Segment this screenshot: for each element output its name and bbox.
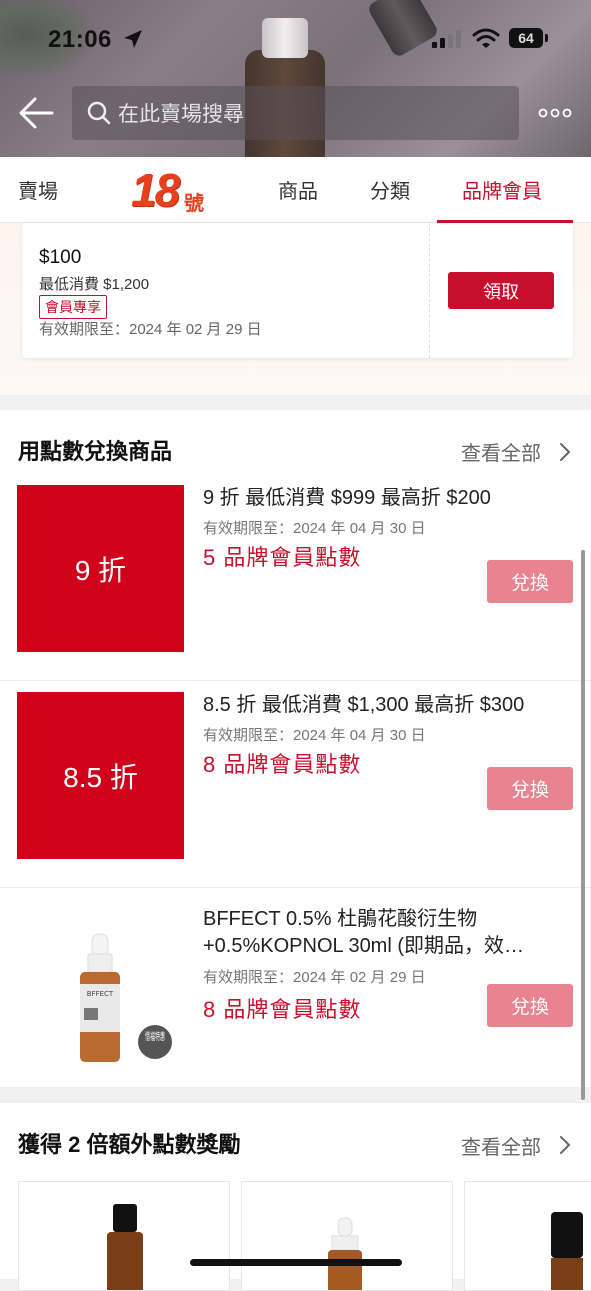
product-card[interactable] bbox=[241, 1181, 453, 1291]
voucher-expiry: 有效期限至：2024 年 02 月 29 日 bbox=[39, 321, 262, 338]
coupon-image: 9 折 bbox=[13, 485, 184, 652]
section-title: 用點數兌換商品 bbox=[18, 439, 173, 464]
redeem-button[interactable]: 兌換 bbox=[487, 560, 573, 603]
search-input[interactable]: 在此賣場搜尋 bbox=[72, 86, 519, 140]
item-points: 8 品牌會員點數 bbox=[203, 752, 362, 777]
tab-store[interactable]: 賣場 bbox=[18, 175, 58, 204]
store-logo-suffix[interactable]: 號 bbox=[184, 187, 204, 216]
item-points: 8 品牌會員點數 bbox=[203, 997, 362, 1022]
item-expiry: 有效期限至：2024 年 04 月 30 日 bbox=[203, 727, 426, 744]
product-badge: 惜福特惠 bbox=[145, 1030, 165, 1043]
location-arrow-icon bbox=[124, 30, 142, 48]
tab-products[interactable]: 商品 bbox=[278, 175, 318, 204]
chevron-right-icon[interactable] bbox=[558, 441, 572, 463]
product-image bbox=[551, 1212, 583, 1290]
signal-icon bbox=[432, 30, 461, 48]
item-expiry: 有效期限至：2024 年 02 月 29 日 bbox=[203, 969, 426, 986]
scrollbar[interactable] bbox=[581, 550, 585, 1100]
banner-bottle-decoration bbox=[366, 0, 440, 59]
product-brand: BFFECT bbox=[87, 990, 114, 998]
product-card[interactable] bbox=[464, 1181, 591, 1291]
member-exclusive-badge: 會員專享 bbox=[39, 295, 107, 319]
voucher-min-spend: 最低消費 $1,200 bbox=[39, 276, 150, 293]
voucher-card: $100 最低消費 $1,200 會員專享 有效期限至：2024 年 02 月 … bbox=[22, 223, 573, 358]
store-logo-number[interactable]: 18 bbox=[131, 165, 180, 215]
product-image: BFFECT 惜福特惠 bbox=[80, 933, 172, 1062]
item-title: 8.5 折 最低消費 $1,300 最高折 $300 bbox=[203, 694, 525, 716]
tab-category[interactable]: 分類 bbox=[370, 175, 410, 204]
search-icon bbox=[87, 101, 111, 125]
wifi-icon bbox=[472, 28, 500, 48]
chevron-right-icon[interactable] bbox=[558, 1134, 572, 1156]
list-item[interactable]: 9 折 9 折 最低消費 $999 最高折 $200 有效期限至：2024 年 … bbox=[0, 474, 591, 681]
redeem-button[interactable]: 兌換 bbox=[487, 767, 573, 810]
product-image bbox=[328, 1217, 362, 1290]
view-all-link[interactable]: 查看全部 bbox=[461, 437, 541, 466]
tab-bar: 賣場 18 號 商品 分類 品牌會員 bbox=[0, 157, 591, 223]
bonus-points-section: 獲得 2 倍額外點數獎勵 查看全部 bbox=[0, 1103, 591, 1291]
redeem-button[interactable]: 兌換 bbox=[487, 984, 573, 1027]
tab-brand-member[interactable]: 品牌會員 bbox=[462, 175, 542, 204]
section-title: 獲得 2 倍額外點數獎勵 bbox=[18, 1132, 241, 1157]
list-item[interactable]: 8.5 折 8.5 折 最低消費 $1,300 最高折 $300 有效期限至：2… bbox=[0, 681, 591, 888]
points-redeem-section: 用點數兌換商品 查看全部 9 折 9 折 最低消費 $999 最高折 $200 … bbox=[0, 410, 591, 1087]
voucher-amount: $100 bbox=[39, 247, 82, 268]
back-arrow-icon[interactable] bbox=[18, 96, 56, 130]
coupon-image: 8.5 折 bbox=[13, 692, 184, 859]
view-all-link[interactable]: 查看全部 bbox=[461, 1131, 541, 1160]
item-title: 9 折 最低消費 $999 最高折 $200 bbox=[203, 487, 491, 509]
item-expiry: 有效期限至：2024 年 04 月 30 日 bbox=[203, 520, 426, 537]
item-points: 5 品牌會員點數 bbox=[203, 545, 362, 570]
battery-indicator: 64 bbox=[509, 28, 543, 48]
more-options-icon[interactable] bbox=[538, 108, 572, 118]
product-image bbox=[107, 1204, 143, 1290]
banner-bottle-cap-decoration bbox=[262, 18, 308, 58]
claim-button[interactable]: 領取 bbox=[448, 272, 554, 309]
battery-tip bbox=[545, 34, 548, 42]
product-card[interactable] bbox=[18, 1181, 230, 1291]
status-time: 21:06 bbox=[48, 26, 112, 53]
home-indicator[interactable] bbox=[190, 1259, 402, 1266]
item-title: BFFECT 0.5% 杜鵑花酸衍生物 +0.5%KOPNOL 30ml (即期… bbox=[203, 908, 525, 957]
list-item[interactable]: BFFECT 惜福特惠 BFFECT 0.5% 杜鵑花酸衍生物 +0.5%KOP… bbox=[0, 888, 591, 1087]
search-placeholder: 在此賣場搜尋 bbox=[118, 103, 244, 126]
voucher-divider bbox=[429, 223, 430, 358]
